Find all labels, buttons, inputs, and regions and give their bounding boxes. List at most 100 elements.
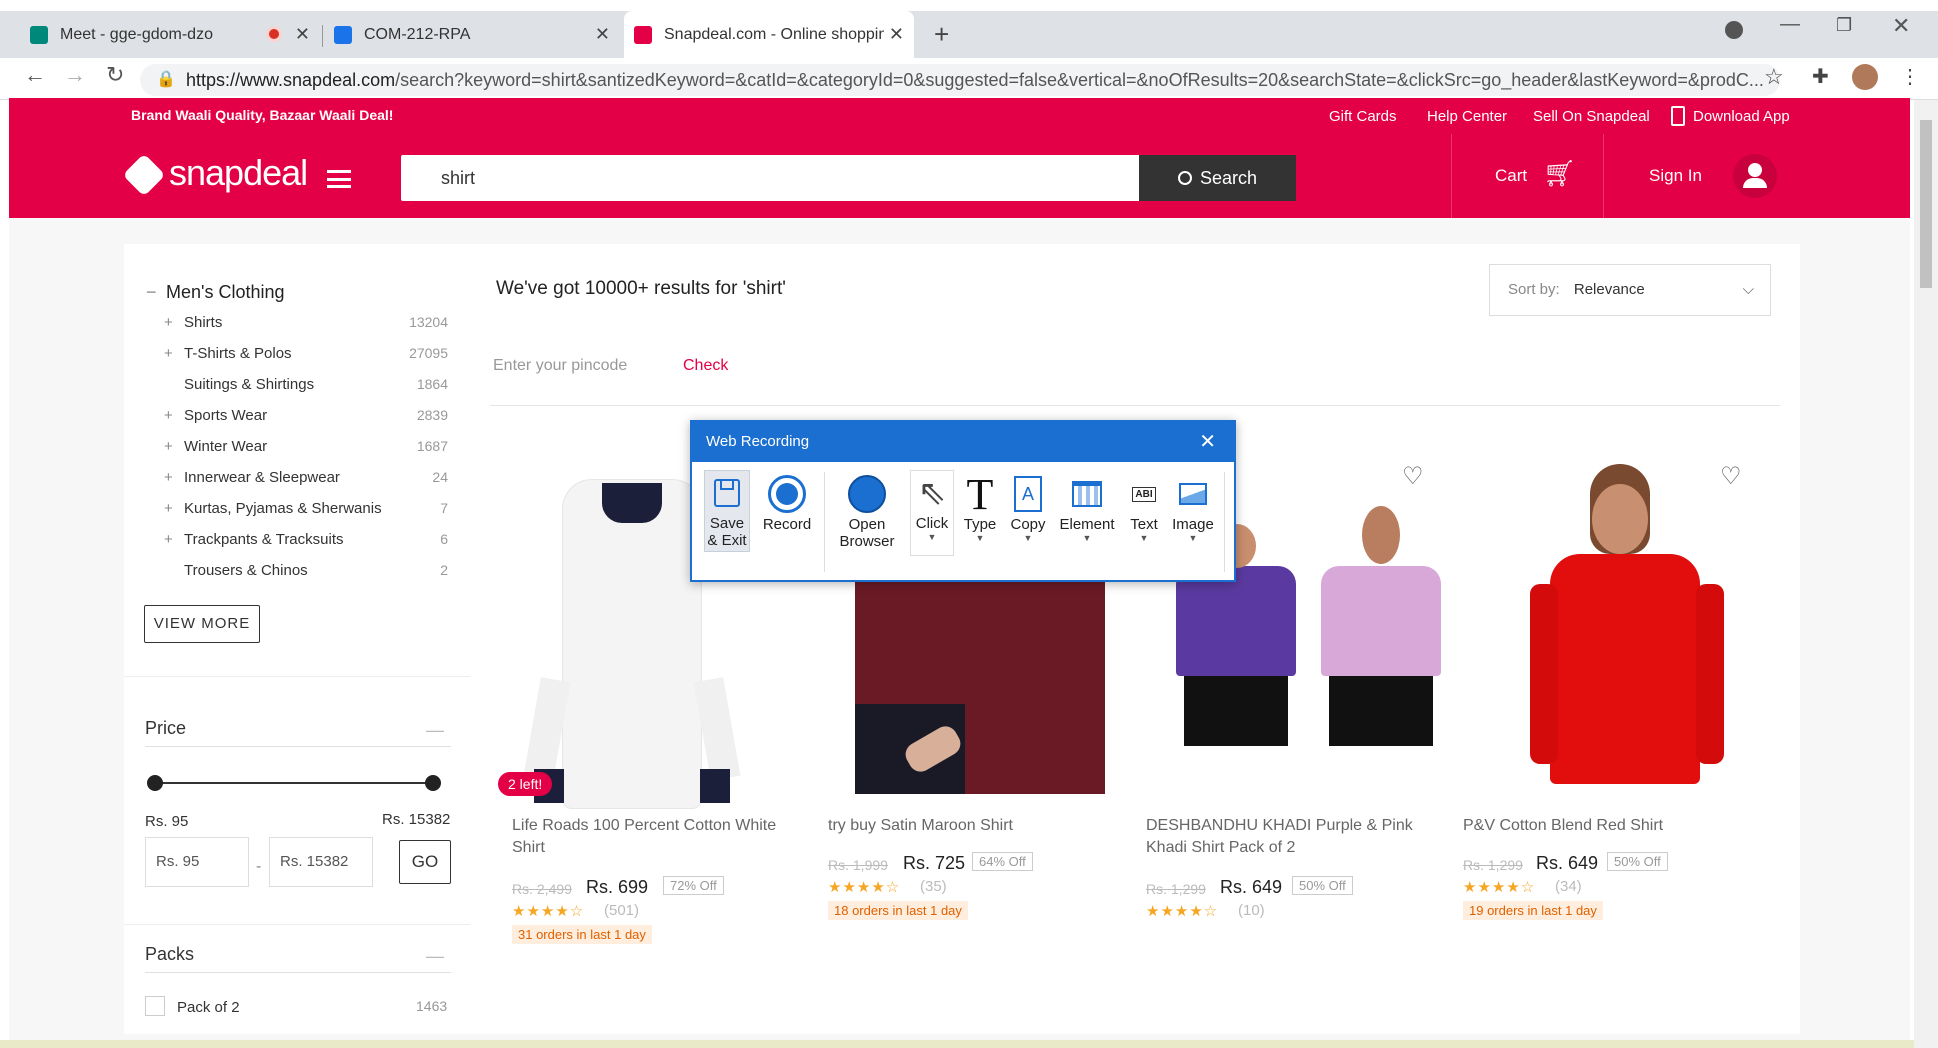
price-max-input[interactable]: Rs. 15382 — [269, 837, 373, 887]
pack-checkbox[interactable] — [145, 996, 165, 1016]
minimize-icon[interactable]: — — [1780, 13, 1800, 36]
category-item[interactable]: + T-Shirts & Polos 27095 — [124, 345, 470, 369]
category-count: 7 — [440, 500, 448, 516]
web-recording-toolbar: Web Recording ✕ Save & Exit Record Open … — [690, 420, 1236, 582]
price-min-input[interactable]: Rs. 95 — [145, 837, 249, 887]
product-title-line1[interactable]: DESHBANDHU KHADI Purple & Pink — [1146, 815, 1413, 837]
click-button[interactable]: ⇖ Click ▼ — [910, 470, 954, 556]
text-button[interactable]: ABI Text ▼ — [1124, 472, 1164, 543]
sign-in-link[interactable]: Sign In — [1649, 166, 1702, 186]
element-button[interactable]: Element ▼ — [1056, 472, 1118, 543]
search-button[interactable]: Search — [1139, 155, 1296, 201]
logo-text[interactable]: snapdeal — [169, 152, 308, 194]
expand-icon: + — [164, 407, 173, 424]
collapse-icon[interactable]: − — [146, 282, 157, 303]
category-item[interactable]: + Sports Wear 2839 — [124, 407, 470, 431]
menu-dots-icon[interactable]: ⋮ — [1900, 64, 1920, 89]
product-title-line2[interactable]: Khadi Shirt Pack of 2 — [1146, 837, 1295, 859]
dropdown-arrow-icon[interactable]: ▼ — [1168, 533, 1218, 543]
sell-on-snapdeal-link[interactable]: Sell On Snapdeal — [1533, 108, 1650, 125]
price-slider-track — [155, 782, 433, 784]
tab-meet[interactable]: Meet - gge-gdom-dzo ✕ — [30, 11, 320, 58]
promo-strip: Brand Waali Quality, Bazaar Waali Deal! … — [9, 98, 1910, 134]
maximize-icon[interactable]: ❐ — [1836, 15, 1852, 36]
category-title[interactable]: Men's Clothing — [166, 282, 285, 303]
discount-badge: 50% Off — [1292, 876, 1353, 895]
results-heading: We've got 10000+ results for 'shirt' — [496, 278, 786, 299]
pack-option-label[interactable]: Pack of 2 — [177, 999, 240, 1016]
close-icon[interactable]: ✕ — [595, 24, 610, 45]
scrollbar-thumb[interactable] — [1920, 120, 1932, 288]
collapse-icon[interactable]: — — [426, 946, 444, 967]
save-exit-button[interactable]: Save & Exit — [704, 470, 750, 552]
category-label: Winter Wear — [184, 438, 268, 455]
copy-button[interactable]: A Copy ▼ — [1006, 472, 1050, 543]
dropdown-arrow-icon[interactable]: ▼ — [911, 532, 953, 542]
packs-title: Packs — [145, 944, 195, 964]
scrollbar[interactable] — [1914, 100, 1938, 1048]
product-title-line1[interactable]: Life Roads 100 Percent Cotton White — [512, 815, 776, 837]
check-button[interactable]: Check — [683, 357, 728, 375]
price-slider-max-handle[interactable] — [425, 775, 441, 791]
category-item[interactable]: + Innerwear & Sleepwear 24 — [124, 469, 470, 493]
tab-title: Snapdeal.com - Online shopping — [664, 25, 884, 43]
download-app-link[interactable]: Download App — [1693, 108, 1790, 125]
hamburger-menu-icon[interactable] — [327, 170, 351, 188]
bookmark-star-icon[interactable]: ☆ — [1764, 64, 1784, 90]
close-icon[interactable]: ✕ — [889, 24, 904, 45]
avatar[interactable] — [1852, 64, 1878, 90]
product-title-line1[interactable]: P&V Cotton Blend Red Shirt — [1463, 815, 1663, 837]
reload-icon[interactable]: ↻ — [106, 62, 124, 88]
dropdown-arrow-icon[interactable]: ▼ — [1124, 533, 1164, 543]
chevron-down-icon: ⌵ — [1742, 281, 1754, 298]
tab-snapdeal[interactable]: Snapdeal.com - Online shopping ✕ — [624, 11, 914, 58]
price-slider-min-handle[interactable] — [147, 775, 163, 791]
category-item[interactable]: Suitings & Shirtings 1864 — [124, 376, 470, 400]
dropdown-arrow-icon[interactable]: ▼ — [1006, 533, 1050, 543]
product-title-line1[interactable]: try buy Satin Maroon Shirt — [828, 815, 1013, 837]
go-button[interactable]: GO — [399, 840, 451, 884]
cart-icon[interactable]: 🛒︎ — [1543, 158, 1576, 189]
cart-label[interactable]: Cart — [1495, 166, 1527, 186]
image-button[interactable]: Image ▼ — [1168, 472, 1218, 543]
category-item[interactable]: + Trackpants & Tracksuits 6 — [124, 531, 470, 555]
sort-dropdown[interactable]: Sort by: Relevance ⌵ — [1489, 264, 1771, 316]
product-title-line2[interactable]: Shirt — [512, 837, 545, 859]
category-item[interactable]: + Kurtas, Pyjamas & Sherwanis 7 — [124, 500, 470, 524]
close-icon[interactable]: ✕ — [1199, 422, 1216, 462]
profile-menu-icon[interactable] — [1725, 21, 1743, 39]
record-button[interactable]: Record — [758, 472, 816, 533]
discount-badge: 50% Off — [1607, 852, 1668, 871]
tab-com212[interactable]: COM-212-RPA ✕ — [334, 11, 620, 58]
dropdown-arrow-icon[interactable]: ▼ — [1056, 533, 1118, 543]
extensions-icon[interactable]: ✚ — [1812, 64, 1829, 89]
open-browser-button[interactable]: Open Browser — [832, 472, 902, 550]
search-input[interactable]: shirt — [401, 155, 1139, 201]
gift-cards-link[interactable]: Gift Cards — [1329, 108, 1397, 125]
category-label: T-Shirts & Polos — [184, 345, 292, 362]
back-icon[interactable]: ← — [24, 62, 46, 88]
view-more-button[interactable]: VIEW MORE — [144, 605, 260, 643]
expand-icon: + — [164, 314, 173, 331]
help-center-link[interactable]: Help Center — [1427, 108, 1507, 125]
url-path: /search?keyword=shirt&santizedKeyword=&c… — [395, 70, 1764, 90]
collapse-icon[interactable]: — — [426, 720, 444, 741]
wishlist-heart-icon[interactable]: ♡ — [1402, 462, 1424, 491]
url-field[interactable]: 🔒 https://www.snapdeal.com/search?keywor… — [140, 64, 1780, 96]
review-count: (501) — [604, 902, 640, 919]
window-close-icon[interactable]: ✕ — [1892, 13, 1910, 39]
pincode-input[interactable]: Enter your pincode — [493, 357, 627, 375]
dropdown-arrow-icon[interactable]: ▼ — [960, 533, 1000, 543]
type-button[interactable]: T Type ▼ — [960, 470, 1000, 544]
category-item[interactable]: + Winter Wear 1687 — [124, 438, 470, 462]
tab-title: COM-212-RPA — [364, 25, 471, 43]
sort-label: Sort by: — [1508, 281, 1560, 298]
user-icon[interactable] — [1733, 154, 1777, 198]
new-tab-icon[interactable]: + — [934, 19, 949, 50]
product-image[interactable] — [1530, 464, 1730, 794]
close-icon[interactable]: ✕ — [295, 24, 310, 45]
category-item[interactable]: Trousers & Chinos 2 — [124, 562, 470, 586]
category-item[interactable]: + Shirts 13204 — [124, 314, 470, 338]
wishlist-heart-icon[interactable]: ♡ — [1720, 462, 1742, 491]
forward-icon[interactable]: → — [64, 62, 86, 88]
